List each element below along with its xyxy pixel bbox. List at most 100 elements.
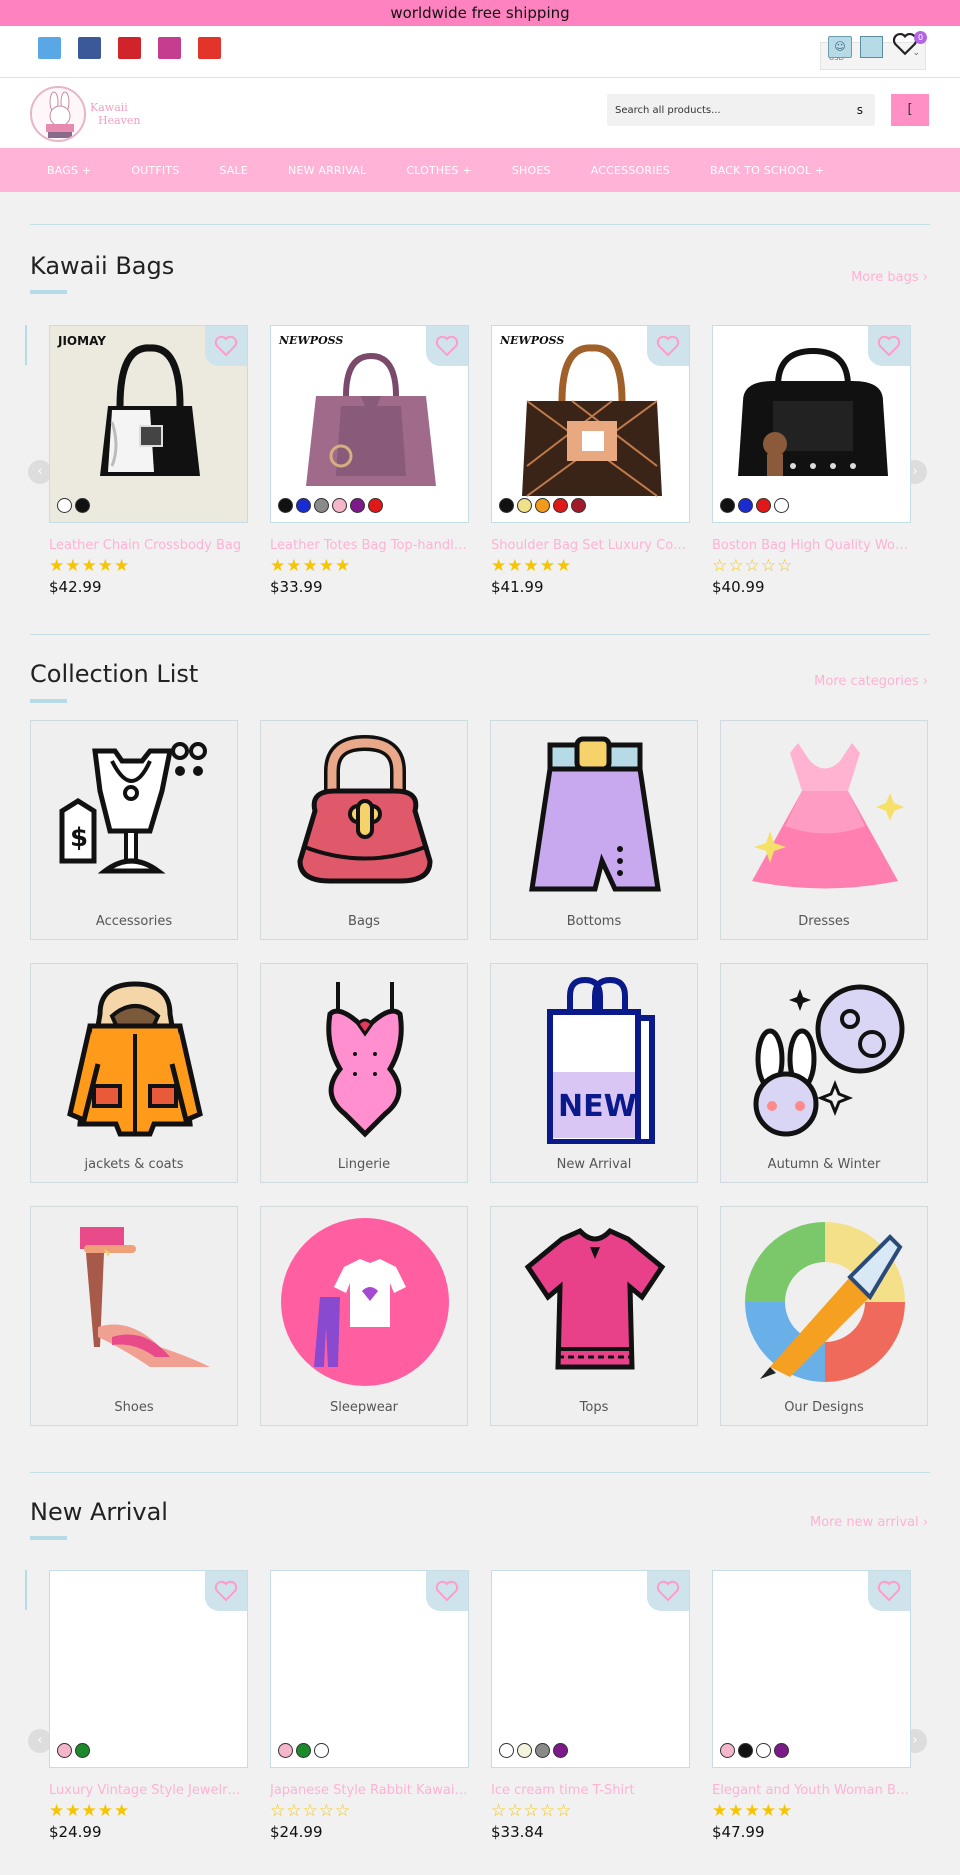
color-swatch[interactable] — [720, 1743, 735, 1758]
collection-tile-bags[interactable]: Bags — [260, 720, 468, 940]
wishlist-button[interactable]: 0 — [892, 31, 927, 60]
color-swatch[interactable] — [571, 498, 586, 513]
color-swatch[interactable] — [296, 1743, 311, 1758]
more-bags-link[interactable]: More bags › — [851, 270, 928, 285]
account-button[interactable]: ☺ — [828, 36, 852, 58]
product-card[interactable]: NEWPOSS Leather Totes Bag Top-handle Shou… — [270, 325, 469, 596]
collection-tile-accessories[interactable]: $ Accessories — [30, 720, 238, 940]
product-card[interactable]: JIOMAY Leather Chain Crossbody Bag ★★★★★ $4… — [49, 325, 248, 596]
color-swatch[interactable] — [535, 498, 550, 513]
nav-item-back-to-school[interactable]: BACK TO SCHOOL + — [710, 164, 824, 177]
shopping-bag-icon: NEW — [547, 976, 655, 1144]
product-name[interactable]: Elegant and Youth Woman Blouse — [712, 1783, 911, 1798]
collection-tile-lingerie[interactable]: Lingerie — [260, 963, 468, 1183]
nav-item-bags[interactable]: BAGS + — [47, 164, 91, 177]
youtube-icon[interactable] — [198, 37, 221, 59]
color-swatch[interactable] — [57, 498, 72, 513]
product-name[interactable]: Leather Chain Crossbody Bag — [49, 538, 248, 553]
color-swatch[interactable] — [553, 498, 568, 513]
add-to-wishlist-button[interactable] — [647, 326, 689, 366]
nav-item-outfits[interactable]: OUTFITS — [131, 164, 179, 177]
product-name[interactable]: Japanese Style Rabbit Kawaii T-Shirt — [270, 1783, 469, 1798]
color-swatch[interactable] — [278, 498, 293, 513]
collection-tile-shoes[interactable]: Shoes — [30, 1206, 238, 1426]
product-price: $40.99 — [712, 578, 765, 596]
product-name[interactable]: Leather Totes Bag Top-handle Shoulder Ba… — [270, 538, 469, 553]
collection-tile-new-arrival[interactable]: NEW New Arrival — [490, 963, 698, 1183]
product-card[interactable]: Ice cream time T-Shirt ☆☆☆☆☆ $33.84 — [491, 1570, 690, 1841]
nav-item-shoes[interactable]: SHOES — [512, 164, 551, 177]
color-swatch[interactable] — [553, 1743, 568, 1758]
product-name[interactable]: Ice cream time T-Shirt — [491, 1783, 690, 1798]
nav-item-clothes[interactable]: CLOTHES + — [406, 164, 472, 177]
color-swatch[interactable] — [517, 498, 532, 513]
product-image[interactable] — [270, 1570, 469, 1768]
color-swatch[interactable] — [296, 498, 311, 513]
header-action-button[interactable]: [ — [891, 94, 929, 126]
color-swatch[interactable] — [756, 1743, 771, 1758]
color-swatch[interactable] — [75, 1743, 90, 1758]
color-swatch[interactable] — [774, 1743, 789, 1758]
more-new-arrival-link[interactable]: More new arrival › — [810, 1515, 928, 1530]
search-input[interactable] — [607, 94, 837, 126]
product-image[interactable] — [712, 1570, 911, 1768]
color-swatch[interactable] — [535, 1743, 550, 1758]
product-card[interactable]: Luxury Vintage Style Jewelry Necklace ★★★… — [49, 1570, 248, 1841]
add-to-wishlist-button[interactable] — [205, 1571, 247, 1611]
add-to-wishlist-button[interactable] — [868, 1571, 910, 1611]
collection-tile-autumn-winter[interactable]: Autumn & Winter — [720, 963, 928, 1183]
color-swatch[interactable] — [314, 1743, 329, 1758]
color-swatch[interactable] — [517, 1743, 532, 1758]
color-swatch[interactable] — [774, 498, 789, 513]
product-price: $42.99 — [49, 578, 102, 596]
color-swatch[interactable] — [57, 1743, 72, 1758]
add-to-wishlist-button[interactable] — [426, 326, 468, 366]
nav-item-sale[interactable]: SALE — [219, 164, 248, 177]
color-swatch[interactable] — [738, 1743, 753, 1758]
twitter-icon[interactable] — [38, 37, 61, 59]
add-to-wishlist-button[interactable] — [868, 326, 910, 366]
color-swatch[interactable] — [278, 1743, 293, 1758]
product-card[interactable]: Japanese Style Rabbit Kawaii T-Shirt ☆☆☆☆… — [270, 1570, 469, 1841]
product-name[interactable]: Luxury Vintage Style Jewelry Necklace — [49, 1783, 248, 1798]
collection-tile-sleepwear[interactable]: Sleepwear — [260, 1206, 468, 1426]
color-swatch[interactable] — [350, 498, 365, 513]
product-image[interactable]: NEWPOSS — [270, 325, 469, 523]
product-image[interactable]: JIOMAY — [49, 325, 248, 523]
product-image[interactable]: NEWPOSS — [491, 325, 690, 523]
color-swatch[interactable] — [332, 498, 347, 513]
collection-tile-tops[interactable]: Tops — [490, 1206, 698, 1426]
collection-tile-dresses[interactable]: Dresses — [720, 720, 928, 940]
more-categories-link[interactable]: More categories › — [814, 674, 928, 689]
collection-tile-bottoms[interactable]: Bottoms — [490, 720, 698, 940]
product-name[interactable]: Shoulder Bag Set Luxury Composite Bag — [491, 538, 690, 553]
instagram-icon[interactable] — [158, 37, 181, 59]
cart-button[interactable] — [860, 36, 883, 58]
color-swatch[interactable] — [499, 498, 514, 513]
color-swatch[interactable] — [756, 498, 771, 513]
collection-tile-jackets-coats[interactable]: jackets & coats — [30, 963, 238, 1183]
product-image[interactable] — [49, 1570, 248, 1768]
product-card[interactable]: Boston Bag High Quality Women Handbag ☆☆☆… — [712, 325, 911, 596]
add-to-wishlist-button[interactable] — [426, 1571, 468, 1611]
product-image[interactable] — [491, 1570, 690, 1768]
facebook-icon[interactable] — [78, 37, 101, 59]
product-image[interactable] — [712, 325, 911, 523]
logo[interactable]: Kawaii Heaven — [30, 86, 150, 142]
color-swatch[interactable] — [738, 498, 753, 513]
color-swatch[interactable] — [499, 1743, 514, 1758]
add-to-wishlist-button[interactable] — [647, 1571, 689, 1611]
color-swatch[interactable] — [720, 498, 735, 513]
collection-tile-our-designs[interactable]: Our Designs — [720, 1206, 928, 1426]
color-swatch[interactable] — [314, 498, 329, 513]
nav-item-accessories[interactable]: ACCESSORIES — [591, 164, 670, 177]
add-to-wishlist-button[interactable] — [205, 326, 247, 366]
color-swatch[interactable] — [368, 498, 383, 513]
pinterest-icon[interactable] — [118, 37, 141, 59]
product-name[interactable]: Boston Bag High Quality Women Handbag — [712, 538, 911, 553]
product-card[interactable]: Elegant and Youth Woman Blouse ★★★★★ $47.9… — [712, 1570, 911, 1841]
search-icon[interactable]: s — [857, 103, 863, 117]
nav-item-new-arrival[interactable]: NEW ARRIVAL — [288, 164, 366, 177]
product-card[interactable]: NEWPOSS Shoulder Bag Set Luxury Composite… — [491, 325, 690, 596]
color-swatch[interactable] — [75, 498, 90, 513]
